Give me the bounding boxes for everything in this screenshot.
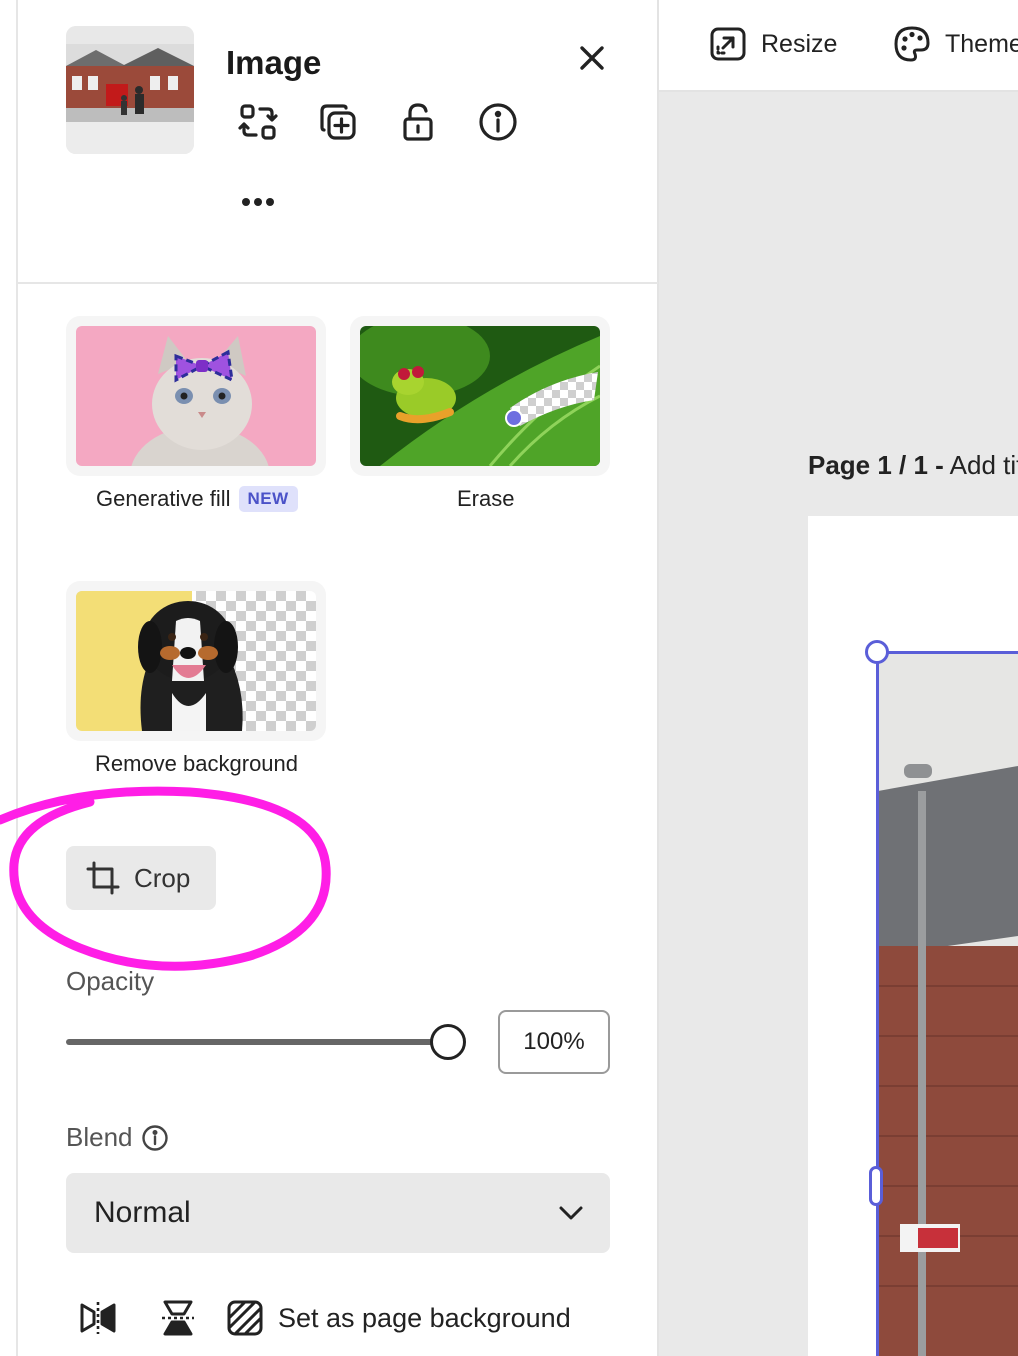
duplicate-button[interactable] — [316, 100, 360, 144]
blend-mode-value: Normal — [94, 1196, 191, 1229]
panel-title: Image — [226, 44, 322, 81]
selection-frame — [876, 651, 1018, 1356]
info-button[interactable] — [476, 100, 520, 144]
page-title[interactable]: Page 1 / 1 - Add title — [808, 450, 1018, 481]
erase-preview — [360, 326, 600, 466]
resize-handle-top-left[interactable] — [865, 640, 889, 664]
new-badge: NEW — [238, 486, 298, 512]
unlock-icon — [403, 103, 433, 141]
generative-fill-card[interactable] — [66, 316, 326, 476]
opacity-label: Opacity — [66, 966, 155, 996]
crop-button[interactable]: Crop — [66, 846, 216, 910]
generative-fill-text: Generative fill — [96, 486, 231, 511]
school-building-thumbnail-image — [66, 26, 194, 154]
remove-background-card[interactable] — [66, 581, 326, 741]
resize-label: Resize — [761, 29, 838, 58]
theme-button[interactable]: Theme — [893, 22, 1018, 66]
panel-divider — [18, 282, 658, 284]
flip-vertical-icon — [162, 1300, 194, 1336]
image-thumbnail[interactable] — [66, 26, 194, 154]
set-as-page-background-label: Set as page background — [278, 1302, 571, 1333]
dog-cutout-image — [76, 591, 316, 731]
erase-card[interactable] — [350, 316, 610, 476]
opacity-slider-handle[interactable] — [430, 1024, 466, 1060]
resize-handle-left[interactable] — [869, 1166, 883, 1206]
flip-horizontal-icon — [80, 1302, 116, 1334]
remove-background-label[interactable]: Remove background — [95, 751, 298, 777]
page-number: Page 1 / 1 - — [808, 450, 944, 480]
blend-label: Blend — [66, 1122, 133, 1152]
remove-background-preview — [76, 591, 316, 731]
more-options-button[interactable] — [236, 184, 280, 220]
page-title-placeholder[interactable]: Add title — [950, 450, 1018, 480]
replace-button[interactable] — [236, 100, 280, 144]
chevron-down-icon — [559, 1206, 583, 1220]
erase-label[interactable]: Erase — [457, 486, 514, 512]
palette-icon — [894, 26, 930, 62]
more-icon — [242, 198, 274, 206]
info-icon — [479, 103, 517, 141]
panel-right-border — [657, 0, 659, 1356]
replace-icon — [238, 104, 278, 140]
flip-horizontal-button[interactable] — [76, 1296, 120, 1340]
panel-left-edge — [16, 0, 18, 1356]
flip-vertical-button[interactable] — [156, 1296, 200, 1340]
crop-label: Crop — [134, 862, 191, 893]
editor-top-toolbar: Resize Theme — [659, 0, 1018, 92]
blend-label-group: Blend — [66, 1122, 169, 1153]
opacity-slider-track[interactable] — [66, 1039, 448, 1045]
close-button[interactable] — [572, 38, 612, 78]
generative-fill-preview — [76, 326, 316, 466]
close-icon — [580, 46, 604, 70]
cat-with-bow-image — [76, 326, 316, 466]
theme-label: Theme — [945, 29, 1018, 58]
frog-on-leaf-image — [360, 326, 600, 466]
resize-icon — [710, 27, 746, 61]
opacity-value-input[interactable]: 100% — [498, 1010, 610, 1074]
generative-fill-label[interactable]: Generative fill NEW — [96, 486, 298, 512]
info-icon[interactable] — [141, 1124, 169, 1152]
background-pattern-icon — [227, 1300, 263, 1336]
resize-button[interactable]: Resize — [709, 22, 837, 66]
image-properties-panel: Image Generative fill NEW Erase Remove b… — [0, 0, 659, 1356]
duplicate-icon — [320, 104, 356, 140]
crop-icon — [86, 861, 120, 895]
set-as-page-background-button[interactable]: Set as page background — [226, 1296, 571, 1340]
lock-button[interactable] — [396, 100, 440, 144]
blend-mode-select[interactable]: Normal — [66, 1173, 610, 1253]
